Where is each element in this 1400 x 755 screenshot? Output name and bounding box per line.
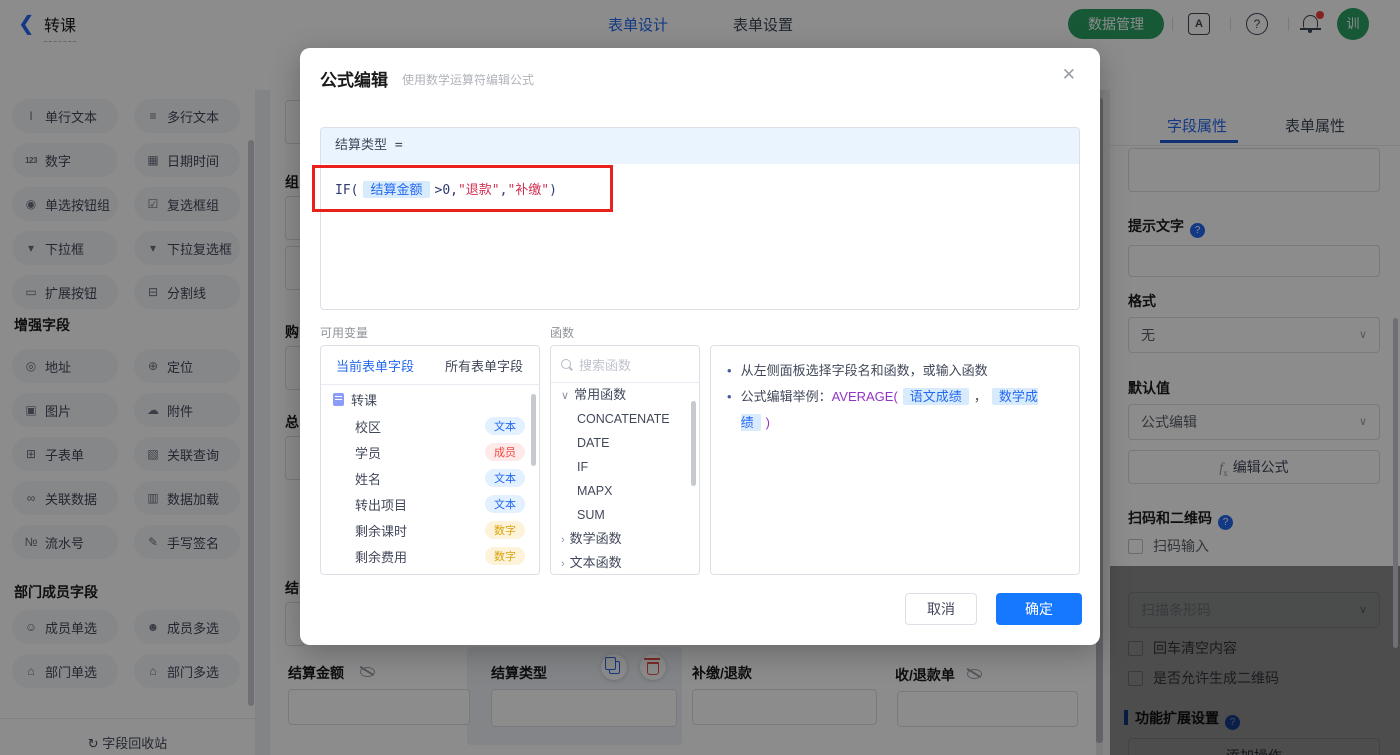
modal-subtitle: 使用数学运算符编辑公式 [402,71,534,88]
functions-label: 函数 [550,324,574,341]
variables-root[interactable]: 转课 [321,385,539,413]
variable-row[interactable]: 姓名文本 [321,465,539,491]
variable-row[interactable]: 剩余课时数字 [321,517,539,543]
close-icon[interactable]: ✕ [1062,65,1076,85]
function-group-math[interactable]: ›数学函数 [551,527,699,551]
example-function: AVERAGE( [832,389,898,404]
variable-row[interactable]: 剩余费用数字 [321,543,539,569]
function-item[interactable]: DATE [551,431,699,455]
type-badge: 数字 [485,521,525,539]
function-item[interactable]: IF [551,455,699,479]
help-line-example: • 公式编辑举例：AVERAGE(语文成绩，数学成绩) [727,384,1063,436]
function-group-common[interactable]: ∨常用函数 [551,383,699,407]
chevron-expanded-icon: ∨ [561,390,569,402]
tab-current-form-fields[interactable]: 当前表单字段 [321,356,429,375]
variables-panel: 当前表单字段 所有表单字段 转课 校区文本 学员成员 姓名文本 转出项目文本 剩… [320,345,540,575]
variables-scrollbar[interactable] [531,394,536,466]
function-item[interactable]: CONCATENATE [551,407,699,431]
chevron-collapsed-icon: › [561,534,565,546]
example-field-chip: 语文成绩 [903,388,969,405]
function-group-text[interactable]: ›文本函数 [551,551,699,575]
help-line: •从左侧面板选择字段名和函数，或输入函数 [727,358,1063,384]
variables-label: 可用变量 [320,324,368,341]
function-item[interactable]: MAPX [551,479,699,503]
variables-tabs: 当前表单字段 所有表单字段 [321,346,539,385]
variable-row[interactable]: 转出项目文本 [321,491,539,517]
tab-all-form-fields[interactable]: 所有表单字段 [429,356,539,375]
help-panel: •从左侧面板选择字段名和函数，或输入函数 • 公式编辑举例：AVERAGE(语文… [710,345,1080,575]
cancel-button[interactable]: 取消 [905,593,977,625]
search-icon [561,359,571,369]
functions-scrollbar[interactable] [691,401,696,486]
confirm-button[interactable]: 确定 [996,593,1082,625]
bullet: • [727,384,732,436]
modal-title: 公式编辑 [320,66,388,91]
functions-panel: 搜索函数 ∨常用函数 CONCATENATE DATE IF MAPX SUM … [550,345,700,575]
form-doc-icon [333,393,344,406]
formula-edit-modal: 公式编辑 使用数学运算符编辑公式 ✕ 结算类型 = IF(结算金额>0,"退款"… [300,48,1100,645]
bullet: • [727,358,732,384]
chevron-collapsed-icon: › [561,558,565,570]
example-close-paren: ) [766,415,770,430]
type-badge: 文本 [485,417,525,435]
app-window: ❮ 转课 表单设计 表单设置 数据管理 A ? 训 ⊘表单外链 ‹/›后端脚本 … [0,0,1400,755]
variable-row[interactable]: 学员成员 [321,439,539,465]
formula-editor[interactable]: 结算类型 = IF(结算金额>0,"退款","补缴") [320,127,1080,310]
type-badge: 成员 [485,443,525,461]
type-badge: 数字 [485,547,525,565]
function-item[interactable]: SUM [551,503,699,527]
search-placeholder: 搜索函数 [579,355,631,374]
type-badge: 文本 [485,469,525,487]
example-comma: ， [974,389,987,404]
function-search[interactable]: 搜索函数 [551,346,699,383]
formula-target: 结算类型 = [321,128,1079,164]
variable-row[interactable]: 校区文本 [321,413,539,439]
annotation-highlight-box [312,165,613,212]
type-badge: 文本 [485,495,525,513]
